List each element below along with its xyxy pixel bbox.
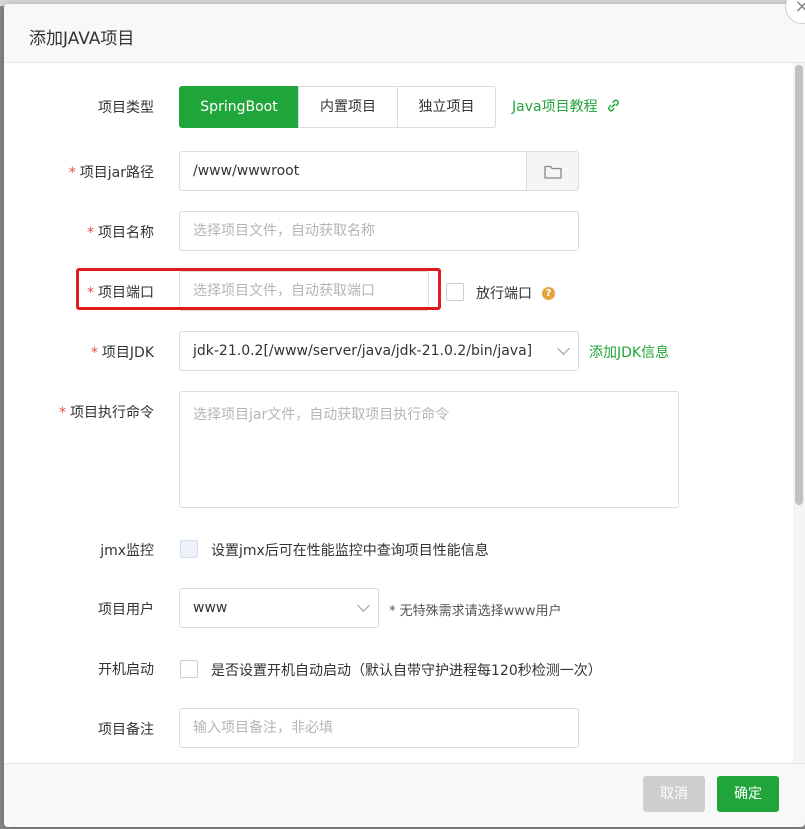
- autostart-description: 是否设置开机自动启动（默认自带守护进程每120秒检测一次）: [211, 663, 602, 679]
- confirm-button[interactable]: 确定: [717, 776, 779, 812]
- cancel-button[interactable]: 取消: [643, 776, 705, 812]
- chevron-down-icon: [357, 599, 370, 612]
- jmx-description: 设置jmx后可在性能监控中查询项目性能信息: [211, 543, 489, 559]
- project-name-input[interactable]: 选择项目文件，自动获取名称: [179, 211, 579, 251]
- scrollbar-thumb[interactable]: [795, 65, 803, 505]
- jar-path-label: * 项目jar路径: [68, 165, 154, 181]
- jar-path-input[interactable]: /www/wwwroot: [179, 151, 527, 191]
- type-standalone-option[interactable]: 独立项目: [397, 86, 496, 128]
- type-builtin-option[interactable]: 内置项目: [298, 86, 398, 128]
- open-port-text: 放行端口: [476, 286, 532, 302]
- autostart-checkbox[interactable]: [180, 660, 198, 678]
- remark-label: 项目备注: [98, 722, 154, 738]
- folder-icon: [544, 165, 562, 179]
- add-java-project-dialog: 添加JAVA项目 × 项目类型 SpringBoot 内置项目 独立项目 Jav…: [4, 0, 805, 827]
- command-label: * 项目执行命令: [59, 405, 154, 421]
- help-icon[interactable]: ?: [542, 287, 555, 300]
- type-springboot-option[interactable]: SpringBoot: [179, 86, 299, 128]
- user-select[interactable]: www: [179, 588, 379, 628]
- command-textarea[interactable]: 选择项目jar文件，自动获取项目执行命令: [179, 391, 679, 508]
- project-name-label: * 项目名称: [87, 225, 154, 241]
- user-hint: * 无特殊需求请选择www用户: [389, 604, 562, 619]
- chevron-down-icon: [557, 342, 570, 355]
- dialog-footer: 取消 确定: [4, 763, 805, 827]
- jdk-label: * 项目JDK: [90, 345, 154, 361]
- add-jdk-link[interactable]: 添加JDK信息: [589, 342, 669, 362]
- open-port-checkbox[interactable]: [446, 283, 464, 301]
- folder-picker-button[interactable]: [526, 151, 579, 191]
- port-highlight-box: [76, 268, 441, 310]
- jmx-checkbox[interactable]: [180, 540, 198, 558]
- remark-input[interactable]: 输入项目备注，非必填: [179, 708, 579, 748]
- autostart-label: 开机启动: [98, 662, 154, 678]
- dialog-header: 添加JAVA项目: [4, 4, 805, 63]
- java-tutorial-link[interactable]: Java项目教程: [512, 96, 621, 116]
- external-link-icon: [608, 99, 619, 112]
- jmx-label: jmx监控: [100, 543, 154, 559]
- dialog-title: 添加JAVA项目: [29, 29, 135, 49]
- project-type-label: 项目类型: [98, 100, 154, 116]
- jdk-select[interactable]: jdk-21.0.2[/www/server/java/jdk-21.0.2/b…: [179, 331, 579, 371]
- user-label: 项目用户: [98, 602, 154, 618]
